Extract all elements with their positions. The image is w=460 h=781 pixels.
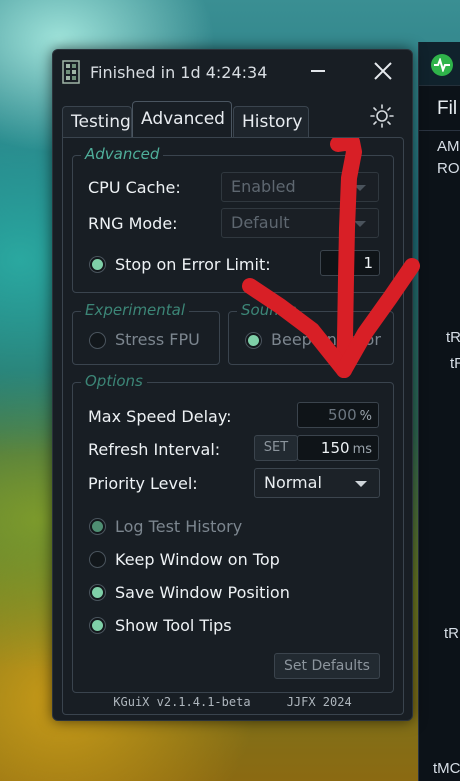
rng-mode-value: Default — [231, 213, 290, 232]
minimize-button[interactable] — [303, 58, 333, 84]
background-text-line2: ROC — [437, 160, 460, 177]
chevron-down-icon — [354, 185, 366, 191]
background-menu-file[interactable]: Fil — [437, 98, 457, 120]
tab-testing[interactable]: Testing — [62, 106, 132, 138]
priority-level-select[interactable]: Normal — [254, 468, 380, 498]
log-test-history-radio[interactable] — [89, 518, 106, 535]
title-bar[interactable]: Finished in 1d 4:24:34 — [53, 50, 412, 94]
close-button[interactable] — [368, 56, 398, 86]
stop-on-error-radio[interactable] — [89, 256, 106, 273]
percent-unit: % — [359, 409, 372, 424]
save-window-position-radio[interactable] — [89, 584, 106, 601]
chevron-down-icon — [355, 481, 367, 487]
window-title: Finished in 1d 4:24:34 — [90, 63, 268, 82]
beep-on-error-label: Beep on Error — [271, 330, 381, 349]
refresh-set-button[interactable]: SET — [254, 435, 298, 461]
rng-mode-select[interactable]: Default — [221, 208, 379, 238]
stress-fpu-label: Stress FPU — [115, 330, 200, 349]
advanced-group: Advanced CPU Cache: Enabled RNG Mode: De… — [72, 145, 394, 293]
show-tool-tips-label: Show Tool Tips — [115, 616, 232, 635]
background-label-4: tMC — [433, 760, 460, 777]
background-app-header — [419, 42, 460, 86]
kguix-window: Finished in 1d 4:24:34 Testing Advanced … — [52, 49, 413, 721]
advanced-tab-panel: Advanced CPU Cache: Enabled RNG Mode: De… — [62, 137, 404, 715]
priority-level-value: Normal — [264, 473, 322, 492]
advanced-group-legend: Advanced — [81, 145, 164, 163]
background-separator — [419, 130, 460, 131]
save-window-position-label: Save Window Position — [115, 583, 290, 602]
options-group-legend: Options — [81, 372, 147, 390]
cpu-cache-value: Enabled — [231, 177, 296, 196]
max-speed-delay-value: 500 — [328, 406, 357, 424]
refresh-interval-label: Refresh Interval: — [88, 440, 221, 459]
background-app-window: Fil AM ROC tR tR tR tMC — [418, 42, 460, 781]
close-icon — [374, 62, 392, 80]
tab-history[interactable]: History — [233, 106, 309, 138]
tab-advanced[interactable]: Advanced — [132, 101, 232, 138]
max-speed-delay-label: Max Speed Delay: — [88, 407, 232, 426]
cpu-cache-select[interactable]: Enabled — [221, 172, 379, 202]
refresh-interval-value: 150 — [320, 439, 350, 457]
stop-on-error-label: Stop on Error Limit: — [115, 255, 271, 274]
experimental-group-legend: Experimental — [81, 301, 190, 319]
keep-window-on-top-radio[interactable] — [89, 551, 106, 568]
background-label-2: tR — [450, 355, 460, 372]
sounds-group: Sounds Beep on Error — [228, 301, 394, 365]
theme-toggle-sun-icon[interactable] — [369, 103, 395, 129]
background-label-3: tR — [444, 625, 459, 642]
cpu-cache-label: CPU Cache: — [88, 178, 181, 197]
beep-on-error-radio[interactable] — [245, 332, 262, 349]
version-footer: KGuiX v2.1.4.1-beta JJFX 2024 — [53, 695, 412, 709]
credit-text: JJFX 2024 — [286, 695, 352, 709]
keep-window-on-top-label: Keep Window on Top — [115, 550, 280, 569]
version-text: KGuiX v2.1.4.1-beta — [113, 695, 251, 709]
rng-mode-label: RNG Mode: — [88, 214, 178, 233]
stop-on-error-limit-input[interactable]: 1 — [320, 250, 380, 276]
options-group: Options Max Speed Delay: 500% Refresh In… — [72, 372, 394, 693]
log-test-history-label: Log Test History — [115, 517, 243, 536]
refresh-interval-input[interactable]: 150 ms — [297, 435, 379, 461]
chevron-down-icon — [354, 221, 366, 227]
experimental-group: Experimental Stress FPU — [72, 301, 220, 365]
app-chip-icon — [61, 60, 81, 84]
sounds-group-legend: Sounds — [237, 301, 301, 319]
max-speed-delay-input[interactable]: 500% — [297, 402, 379, 428]
background-label-1: tR — [446, 329, 460, 346]
background-text-line1: AM — [437, 138, 460, 155]
show-tool-tips-radio[interactable] — [89, 617, 106, 634]
ms-unit: ms — [352, 442, 372, 457]
stress-fpu-radio[interactable] — [89, 332, 106, 349]
heartbeat-logo-icon — [431, 54, 453, 76]
set-defaults-button[interactable]: Set Defaults — [274, 653, 380, 679]
priority-level-label: Priority Level: — [88, 474, 198, 493]
